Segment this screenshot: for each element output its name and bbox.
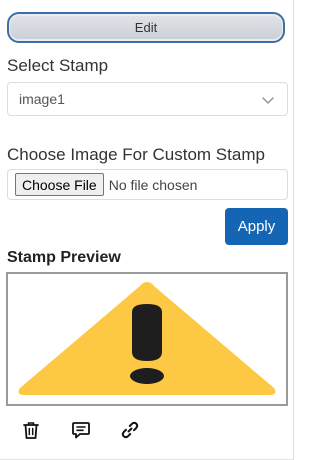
select-stamp-label: Select Stamp xyxy=(7,56,109,75)
custom-stamp-file-input[interactable]: Choose File No file chosen xyxy=(7,169,288,200)
stamp-select-value: image1 xyxy=(19,91,65,107)
warning-stamp-image xyxy=(18,282,276,395)
comment-icon[interactable] xyxy=(70,419,92,441)
chevron-down-icon xyxy=(262,97,274,104)
stamp-panel: Edit Select Stamp image1 Choose Image Fo… xyxy=(0,0,294,460)
edit-button-label: Edit xyxy=(10,16,282,39)
custom-stamp-label: Choose Image For Custom Stamp xyxy=(7,145,265,164)
trash-icon[interactable] xyxy=(20,419,42,441)
stamp-select[interactable]: image1 xyxy=(7,82,288,116)
stamp-preview-box xyxy=(6,272,288,406)
stamp-preview-title: Stamp Preview xyxy=(7,249,121,266)
edit-button[interactable]: Edit xyxy=(7,12,285,43)
choose-file-button[interactable]: Choose File xyxy=(15,173,104,196)
apply-button[interactable]: Apply xyxy=(225,208,288,245)
link-icon[interactable] xyxy=(119,419,141,441)
file-status-text: No file chosen xyxy=(108,176,198,193)
